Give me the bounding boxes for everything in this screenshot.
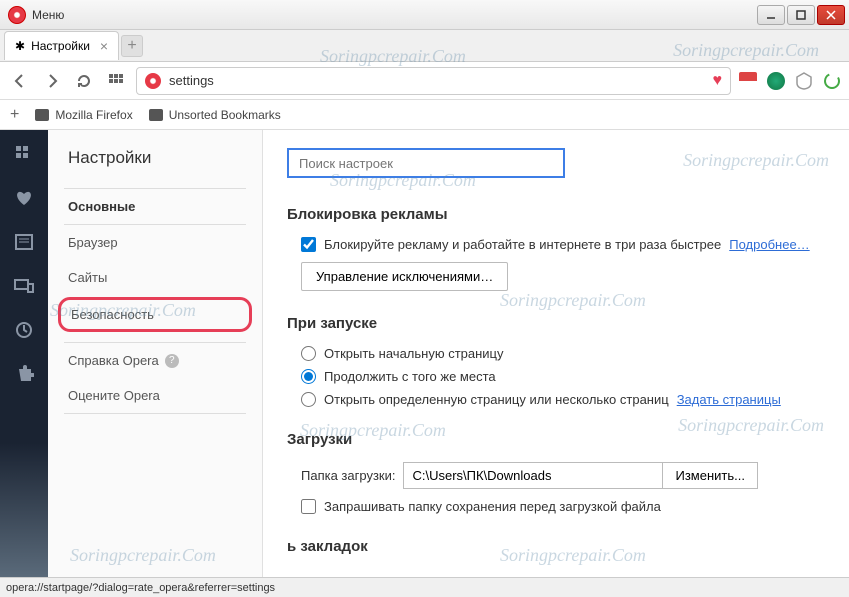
- section-downloads: Загрузки Папка загрузки: Изменить... Зап…: [287, 431, 825, 514]
- extension-icon-2[interactable]: [767, 72, 785, 90]
- folder-icon: [35, 109, 49, 121]
- section-title: Загрузки: [287, 431, 825, 448]
- nav-item-basic[interactable]: Основные: [48, 189, 262, 224]
- opera-logo-icon: [8, 6, 26, 24]
- maximize-button[interactable]: [787, 5, 815, 25]
- bookmark-label: Mozilla Firefox: [55, 108, 132, 122]
- bookmark-folder-unsorted[interactable]: Unsorted Bookmarks: [149, 108, 281, 122]
- devices-icon[interactable]: [14, 276, 34, 296]
- speeddial-icon[interactable]: [14, 144, 34, 164]
- nav-item-help[interactable]: Справка Opera ?: [48, 343, 262, 378]
- bookmark-folder-firefox[interactable]: Mozilla Firefox: [35, 108, 132, 122]
- extension-icon-1[interactable]: [739, 72, 757, 90]
- ask-before-download-row[interactable]: Запрашивать папку сохранения перед загру…: [301, 499, 825, 514]
- nav-item-security[interactable]: Безопасность: [58, 297, 252, 332]
- manage-exceptions-button[interactable]: Управление исключениями…: [301, 262, 508, 291]
- section-startup: При запуске Открыть начальную страницу П…: [287, 315, 825, 407]
- radio-label: Открыть начальную страницу: [324, 346, 504, 361]
- tab-bar: ✱ Настройки × +: [0, 30, 849, 62]
- ask-before-download-label: Запрашивать папку сохранения перед загру…: [324, 499, 661, 514]
- folder-icon: [149, 109, 163, 121]
- section-bookmarks-panel: ь закладок: [287, 538, 825, 555]
- download-path-label: Папка загрузки:: [301, 468, 395, 483]
- extensions-icon[interactable]: [14, 364, 34, 384]
- download-path-input[interactable]: [403, 462, 663, 489]
- nav-item-browser[interactable]: Браузер: [48, 225, 262, 260]
- toolbar: ♥: [0, 62, 849, 100]
- startup-option-specific[interactable]: Открыть определенную страницу или нескол…: [301, 392, 825, 407]
- url-input[interactable]: [169, 73, 705, 88]
- radio-specific[interactable]: [301, 392, 316, 407]
- adblock-checkbox-label: Блокируйте рекламу и работайте в интерне…: [324, 237, 721, 252]
- bookmark-label: Unsorted Bookmarks: [169, 108, 281, 122]
- side-panel: [0, 130, 48, 577]
- settings-search-input[interactable]: [287, 148, 565, 178]
- settings-content: Блокировка рекламы Блокируйте рекламу и …: [263, 130, 849, 577]
- radio-label: Продолжить с того же места: [324, 369, 496, 384]
- extension-icon-3[interactable]: [795, 72, 813, 90]
- section-title: Блокировка рекламы: [287, 206, 825, 223]
- status-bar: opera://startpage/?dialog=rate_opera&ref…: [0, 577, 849, 597]
- tab-settings[interactable]: ✱ Настройки ×: [4, 31, 119, 60]
- add-bookmark-button[interactable]: +: [10, 106, 19, 124]
- radio-label: Открыть определенную страницу или нескол…: [324, 392, 669, 407]
- bookmarks-bar: + Mozilla Firefox Unsorted Bookmarks: [0, 100, 849, 130]
- back-button[interactable]: [8, 69, 32, 93]
- history-icon[interactable]: [14, 320, 34, 340]
- window-titlebar: Меню: [0, 0, 849, 30]
- adblock-checkbox-row[interactable]: Блокируйте рекламу и работайте в интерне…: [301, 237, 825, 252]
- minimize-button[interactable]: [757, 5, 785, 25]
- tab-title: Настройки: [31, 39, 90, 53]
- adblock-checkbox[interactable]: [301, 237, 316, 252]
- startup-option-startpage[interactable]: Открыть начальную страницу: [301, 346, 825, 361]
- help-icon: ?: [165, 354, 179, 368]
- tab-close-icon[interactable]: ×: [100, 38, 108, 54]
- status-text: opera://startpage/?dialog=rate_opera&ref…: [6, 582, 275, 594]
- settings-title: Настройки: [48, 148, 262, 188]
- section-title-partial: ь закладок: [287, 538, 825, 555]
- bookmark-heart-icon[interactable]: ♥: [713, 72, 723, 90]
- close-button[interactable]: [817, 5, 845, 25]
- news-icon[interactable]: [14, 232, 34, 252]
- change-path-button[interactable]: Изменить...: [663, 462, 757, 489]
- radio-startpage[interactable]: [301, 346, 316, 361]
- reload-button[interactable]: [72, 69, 96, 93]
- section-adblock: Блокировка рекламы Блокируйте рекламу и …: [287, 206, 825, 291]
- new-tab-button[interactable]: +: [121, 35, 143, 57]
- menu-button[interactable]: Меню: [32, 8, 64, 22]
- speed-dial-button[interactable]: [104, 69, 128, 93]
- help-label: Справка Opera: [68, 353, 159, 368]
- set-pages-link[interactable]: Задать страницы: [677, 392, 781, 407]
- section-title: При запуске: [287, 315, 825, 332]
- gear-icon: ✱: [15, 39, 25, 53]
- ask-before-download-checkbox[interactable]: [301, 499, 316, 514]
- nav-item-rate[interactable]: Оцените Opera: [48, 378, 262, 413]
- extension-icon-4[interactable]: [823, 72, 841, 90]
- nav-item-sites[interactable]: Сайты: [48, 260, 262, 295]
- forward-button[interactable]: [40, 69, 64, 93]
- radio-continue[interactable]: [301, 369, 316, 384]
- heart-icon[interactable]: [14, 188, 34, 208]
- address-bar[interactable]: ♥: [136, 67, 731, 95]
- startup-option-continue[interactable]: Продолжить с того же места: [301, 369, 825, 384]
- adblock-learn-more-link[interactable]: Подробнее…: [729, 237, 809, 252]
- site-identity-icon: [145, 73, 161, 89]
- settings-sidebar: Настройки Основные Браузер Сайты Безопас…: [48, 130, 263, 577]
